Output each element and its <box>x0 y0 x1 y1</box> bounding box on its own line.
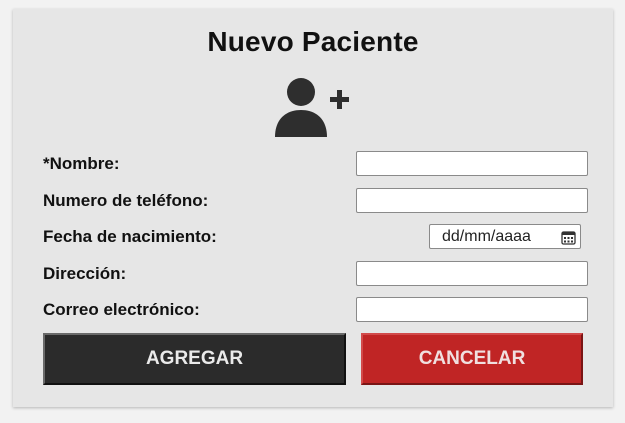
telefono-label: Numero de teléfono: <box>43 191 209 210</box>
page-title: Nuevo Paciente <box>207 26 419 57</box>
add-button[interactable]: AGREGAR <box>43 333 346 385</box>
nombre-label: *Nombre: <box>43 154 120 173</box>
form-row-correo: Correo electrónico: <box>13 295 613 325</box>
telefono-input[interactable] <box>356 188 588 213</box>
fecha-date-input[interactable]: dd/mm/aaaa <box>429 224 581 249</box>
form-row-fecha: Fecha de nacimiento: dd/mm/aaaa <box>13 222 613 252</box>
fecha-label: Fecha de nacimiento: <box>43 227 217 246</box>
calendar-icon[interactable] <box>561 230 576 245</box>
user-plus-icon <box>274 75 354 139</box>
correo-input[interactable] <box>356 297 588 322</box>
form-row-nombre: *Nombre: <box>13 149 613 179</box>
direccion-label: Dirección: <box>43 264 127 283</box>
form-row-telefono: Numero de teléfono: <box>13 186 613 216</box>
correo-label: Correo electrónico: <box>43 300 200 319</box>
nombre-input[interactable] <box>356 151 588 176</box>
fecha-date-value: dd/mm/aaaa <box>442 228 531 245</box>
cancel-button[interactable]: CANCELAR <box>361 333 583 385</box>
new-patient-card: Nuevo Paciente *Nombre: Numero de teléfo… <box>13 9 613 407</box>
direccion-input[interactable] <box>356 261 588 286</box>
form-row-direccion: Dirección: <box>13 259 613 289</box>
